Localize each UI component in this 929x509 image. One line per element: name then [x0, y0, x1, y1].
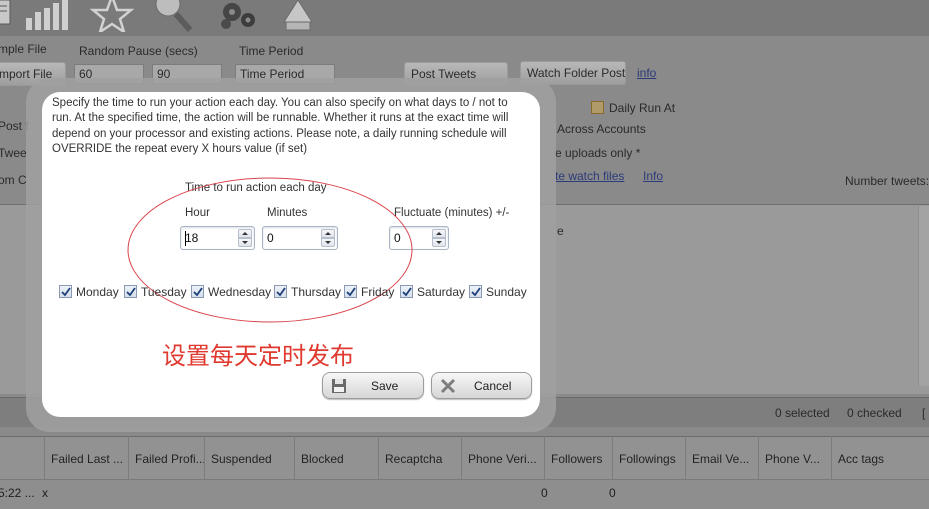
- floppy-disk-icon: [332, 379, 346, 393]
- column-phone-v[interactable]: Phone V...: [758, 436, 831, 480]
- panel-fragment-label: e: [557, 224, 564, 238]
- sample-file-label: mple File: [0, 42, 47, 56]
- instruction-line: run. At the specified time, the action w…: [52, 112, 509, 125]
- annotation-ellipse: [127, 177, 413, 323]
- bar-chart-icon[interactable]: [24, 0, 68, 32]
- row-x-cell: x: [42, 486, 48, 500]
- instruction-line: Specify the time to run your action each…: [52, 97, 508, 109]
- checkmark-icon: [346, 287, 356, 297]
- fluctuate-decrement-button[interactable]: [432, 238, 446, 247]
- saturday-label: Saturday: [417, 285, 466, 299]
- thursday-checkbox[interactable]: [274, 285, 287, 298]
- tuesday-checkbox[interactable]: [124, 285, 137, 298]
- star-icon[interactable]: [89, 0, 135, 35]
- random-pause-label: Random Pause (secs): [79, 44, 198, 58]
- row-followings-cell: 0: [609, 486, 616, 500]
- uploads-only-label: e uploads only *: [555, 146, 641, 160]
- checkmark-icon: [402, 287, 412, 297]
- watch-files-link[interactable]: te watch files: [555, 169, 624, 183]
- annotation-text: 设置每天定时发布: [162, 342, 354, 370]
- column-recaptcha[interactable]: Recaptcha: [378, 436, 461, 480]
- column-suspended[interactable]: Suspended: [204, 436, 294, 480]
- table-row[interactable]: [0, 480, 929, 509]
- row-time-cell: 5:22 ...: [0, 486, 35, 500]
- thursday-label: Thursday: [291, 285, 342, 299]
- cancel-button[interactable]: Cancel: [431, 372, 532, 399]
- cancel-button-label: Cancel: [474, 379, 512, 393]
- column-failed-last[interactable]: Failed Last ...: [44, 436, 128, 480]
- status-bracket: [: [922, 406, 926, 420]
- column-followers[interactable]: Followers: [544, 436, 612, 480]
- dialog-instructions: Specify the time to run your action each…: [52, 96, 534, 157]
- info-link-2[interactable]: Info: [643, 169, 663, 183]
- column-blocked[interactable]: Blocked: [294, 436, 378, 480]
- checked-count: 0 checked: [847, 406, 902, 420]
- wednesday-label: Wednesday: [208, 285, 272, 299]
- checkmark-icon: [471, 287, 481, 297]
- column-followings[interactable]: Followings: [612, 436, 685, 480]
- checkmark-icon: [61, 287, 71, 297]
- column-failed-profile[interactable]: Failed Profi...: [128, 436, 204, 480]
- post-f-label: Post f: [0, 119, 29, 133]
- sunday-label: Sunday: [486, 285, 527, 299]
- panel-scrollbar[interactable]: [918, 206, 929, 386]
- sunday-checkbox[interactable]: [469, 285, 482, 298]
- tuesday-label: Tuesday: [141, 285, 187, 299]
- column-email-verified[interactable]: Email Ve...: [685, 436, 758, 480]
- close-icon: [440, 378, 456, 394]
- time-period-label: Time Period: [239, 44, 304, 58]
- daily-run-at-checkbox[interactable]: [591, 101, 604, 114]
- number-tweets-label: Number tweets:: [845, 174, 929, 188]
- across-accounts-label: Across Accounts: [557, 122, 646, 136]
- friday-label: Friday: [361, 285, 395, 299]
- friday-checkbox[interactable]: [344, 285, 357, 298]
- selected-count: 0 selected: [775, 406, 830, 420]
- robot-icon[interactable]: [276, 0, 320, 32]
- instruction-line: OVERRIDE the repeat every X hours value …: [52, 142, 308, 155]
- fluctuate-spin-arrows: [432, 229, 446, 247]
- monday-checkbox[interactable]: [59, 285, 72, 298]
- arrow-up-icon: [436, 232, 442, 235]
- checkmark-icon: [126, 287, 136, 297]
- wednesday-checkbox[interactable]: [191, 285, 204, 298]
- magnifier-icon[interactable]: [150, 0, 194, 32]
- column-phone-verified[interactable]: Phone Veri...: [461, 436, 544, 480]
- row-followers-cell: 0: [541, 486, 548, 500]
- save-button[interactable]: Save: [322, 372, 424, 399]
- instruction-line: depend on your processor and existing ac…: [52, 127, 507, 140]
- gears-icon[interactable]: [216, 0, 260, 32]
- arrow-down-icon: [436, 241, 442, 244]
- toolbar: [0, 0, 929, 36]
- info-link[interactable]: info: [637, 66, 656, 80]
- twee-label: Twee: [0, 146, 27, 160]
- saturday-checkbox[interactable]: [400, 285, 413, 298]
- daily-run-at-label: Daily Run At: [609, 101, 676, 115]
- monday-label: Monday: [76, 285, 119, 299]
- column-acc-tags[interactable]: Acc tags: [831, 436, 914, 480]
- fluctuate-increment-button[interactable]: [432, 229, 446, 238]
- save-button-label: Save: [371, 379, 399, 393]
- om-c-label: om C: [0, 173, 27, 187]
- checkmark-icon: [193, 287, 203, 297]
- checkmark-icon: [276, 287, 286, 297]
